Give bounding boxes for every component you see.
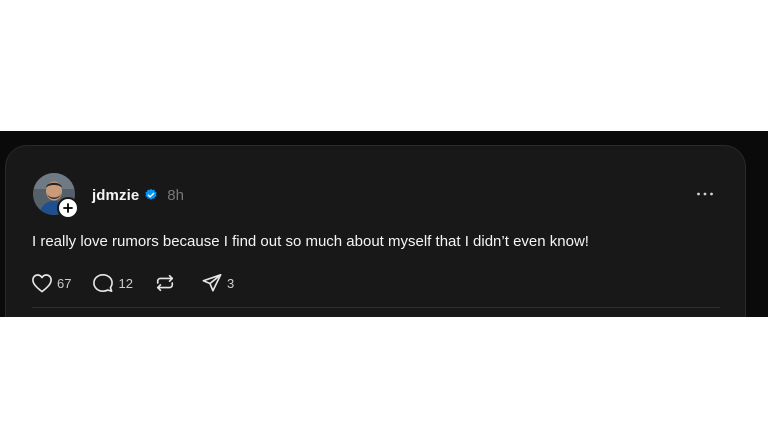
more-horizontal-icon (697, 192, 713, 196)
share-count: 3 (226, 275, 235, 291)
post-header: jdmzie 8h (92, 183, 184, 207)
post-body-text: I really love rumors because I find out … (32, 233, 589, 250)
send-icon (201, 273, 223, 293)
repost-icon (154, 273, 176, 293)
heart-icon (31, 273, 53, 293)
post-actions-bar: 67 12 3 (31, 272, 255, 294)
post-feed-area: jdmzie 8h I really love rumors because I… (0, 131, 768, 317)
follow-button[interactable] (57, 197, 79, 219)
post-card[interactable]: jdmzie 8h I really love rumors because I… (5, 145, 746, 317)
share-button[interactable]: 3 (201, 273, 234, 293)
like-button[interactable]: 67 (31, 273, 71, 293)
reply-button[interactable]: 12 (92, 273, 133, 293)
author-avatar-container[interactable] (33, 173, 79, 219)
author-username[interactable]: jdmzie (92, 187, 139, 204)
like-count: 67 (57, 275, 72, 291)
more-options-button[interactable] (695, 186, 715, 202)
plus-icon (63, 203, 73, 213)
comment-icon (92, 273, 114, 293)
post-divider (32, 307, 720, 308)
verified-badge-icon (144, 188, 158, 202)
reply-count: 12 (118, 275, 133, 291)
post-timestamp[interactable]: 8h (167, 187, 184, 204)
repost-button[interactable] (154, 273, 180, 293)
